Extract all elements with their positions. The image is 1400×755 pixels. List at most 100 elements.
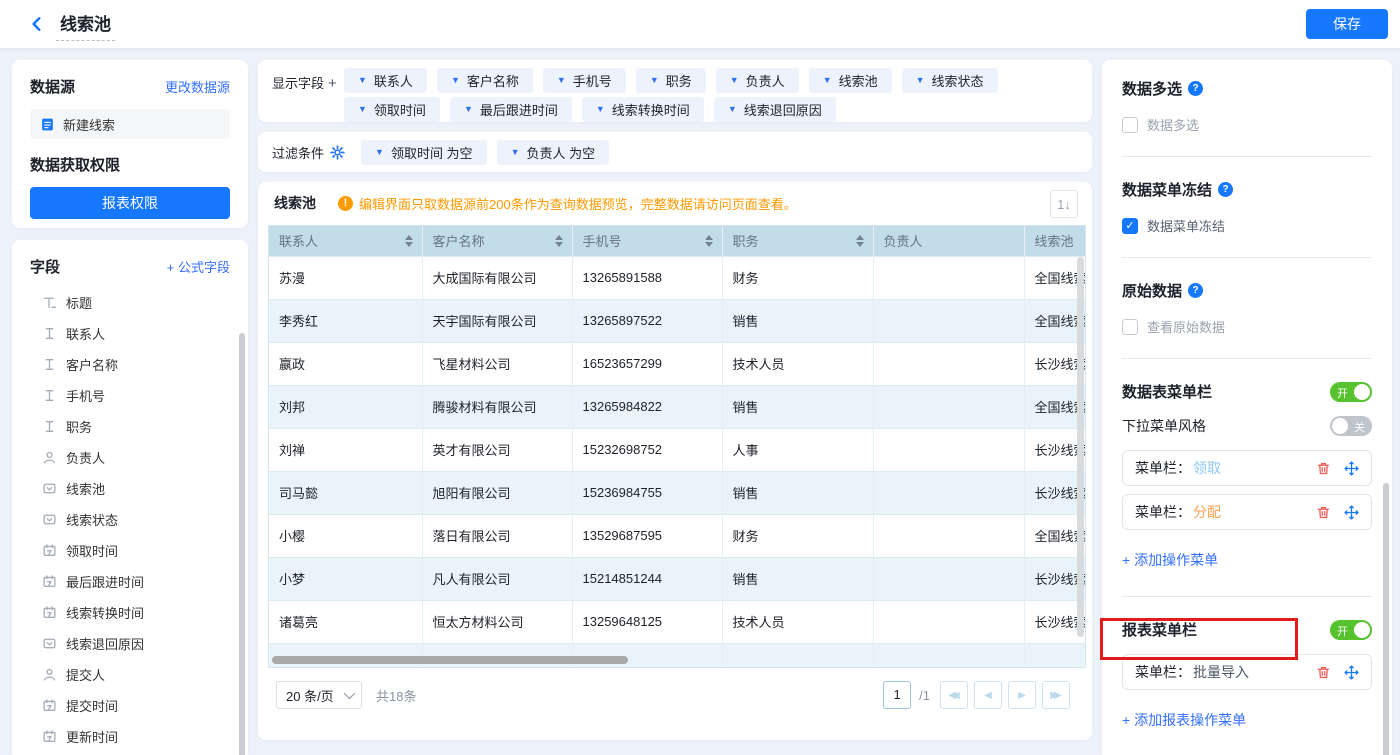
field-list-item[interactable]: 线索退回原因: [30, 628, 230, 659]
last-page-button[interactable]: ▶▶: [1042, 681, 1070, 709]
add-formula-field-link[interactable]: + 公式字段: [167, 257, 230, 276]
settings-checkbox-row[interactable]: 数据多选: [1122, 115, 1372, 134]
checkbox-unchecked[interactable]: [1122, 117, 1138, 133]
table-row[interactable]: 小樱落日有限公司13529687595财务全国线索池: [269, 514, 1086, 557]
move-icon[interactable]: [1344, 665, 1359, 680]
field-list-item[interactable]: 更新时间: [30, 721, 230, 752]
datasource-item[interactable]: 新建线索: [30, 109, 230, 139]
table-row[interactable]: 李秀红天宇国际有限公司13265897522销售全国线索池: [269, 299, 1086, 342]
help-question-icon[interactable]: ?: [1188, 81, 1203, 96]
display-field-chip[interactable]: ▼线索状态: [902, 68, 998, 93]
table-cell: 旭阳有限公司: [422, 471, 572, 514]
sort-arrows-icon[interactable]: [405, 235, 413, 247]
toggle-off-label: 关: [1354, 419, 1365, 435]
filter-condition-chip[interactable]: ▼领取时间 为空: [361, 140, 487, 165]
page-number-input[interactable]: 1: [883, 681, 911, 709]
sort-desc-icon[interactable]: [555, 242, 563, 247]
sort-arrows-icon[interactable]: [555, 235, 563, 247]
display-field-chip[interactable]: ▼领取时间: [344, 97, 440, 122]
trash-icon[interactable]: [1316, 505, 1331, 520]
calendar-icon: [42, 574, 57, 589]
table-vertical-scrollbar[interactable]: [1077, 257, 1084, 637]
dropdown-style-toggle[interactable]: 关: [1330, 416, 1372, 436]
display-field-chip[interactable]: ▼线索池: [809, 68, 892, 93]
field-list-item[interactable]: 客户名称: [30, 349, 230, 380]
settings-checkbox-row[interactable]: 查看原始数据: [1122, 317, 1372, 336]
table-horizontal-scrollbar[interactable]: [272, 656, 628, 664]
table-row[interactable]: 苏漫大成国际有限公司13265891588财务全国线索池: [269, 256, 1086, 299]
table-row[interactable]: 刘禅英才有限公司15232698752人事长沙线索池: [269, 428, 1086, 471]
table-cell: 腾骏材料有限公司: [422, 385, 572, 428]
prev-page-button[interactable]: ◀: [974, 681, 1002, 709]
help-question-icon[interactable]: ?: [1188, 283, 1203, 298]
sort-asc-icon[interactable]: [856, 235, 864, 240]
page-size-select[interactable]: 20 条/页: [276, 681, 362, 709]
field-list-item[interactable]: 线索池: [30, 473, 230, 504]
save-button[interactable]: 保存: [1306, 9, 1388, 39]
display-field-chip[interactable]: ▼手机号: [543, 68, 626, 93]
display-field-chip[interactable]: ▼线索转换时间: [582, 97, 704, 122]
chevron-down-icon: ▼: [358, 105, 367, 114]
add-display-field-button[interactable]: +: [328, 75, 337, 92]
table-row[interactable]: 司马懿旭阳有限公司15236984755销售长沙线索池: [269, 471, 1086, 514]
menu-bar-item[interactable]: 菜单栏：批量导入: [1122, 654, 1372, 690]
field-list-item[interactable]: 联系人: [30, 318, 230, 349]
sort-arrows-icon[interactable]: [705, 235, 713, 247]
field-list-item[interactable]: 手机号: [30, 380, 230, 411]
trash-icon[interactable]: [1316, 665, 1331, 680]
help-question-icon[interactable]: ?: [1218, 182, 1233, 197]
menu-bar-item[interactable]: 菜单栏：领取: [1122, 450, 1372, 486]
sort-order-button[interactable]: 1↓: [1050, 190, 1078, 218]
filter-condition-chip[interactable]: ▼负责人 为空: [497, 140, 610, 165]
sort-desc-icon[interactable]: [705, 242, 713, 247]
field-list-item[interactable]: 线索转换时间: [30, 597, 230, 628]
field-list-item[interactable]: 领取时间: [30, 535, 230, 566]
display-field-chip[interactable]: ▼联系人: [344, 68, 427, 93]
add-action-menu-link[interactable]: + 添加操作菜单: [1122, 550, 1218, 570]
report-menu-toggle[interactable]: 开: [1330, 620, 1372, 640]
filter-settings-gear-icon[interactable]: [330, 145, 345, 160]
datasource-item-label: 新建线索: [63, 115, 115, 134]
field-list-item[interactable]: 线索状态: [30, 504, 230, 535]
table-row[interactable]: 嬴政飞星材料公司16523657299技术人员长沙线索池: [269, 342, 1086, 385]
fields-scrollbar[interactable]: [239, 333, 245, 755]
sort-arrows-icon[interactable]: [856, 235, 864, 247]
move-icon[interactable]: [1344, 505, 1359, 520]
add-report-action-menu-link[interactable]: + 添加报表操作菜单: [1122, 710, 1246, 730]
field-list-item[interactable]: 负责人: [30, 442, 230, 473]
menu-bar-item[interactable]: 菜单栏：分配: [1122, 494, 1372, 530]
report-permission-button[interactable]: 报表权限: [30, 187, 230, 219]
settings-checkbox-row[interactable]: ✓数据菜单冻结: [1122, 216, 1372, 235]
field-list-item[interactable]: 职务: [30, 411, 230, 442]
checkbox-unchecked[interactable]: [1122, 319, 1138, 335]
table-menu-toggle[interactable]: 开: [1330, 382, 1372, 402]
chevron-down-icon: ▼: [358, 76, 367, 85]
sort-desc-icon[interactable]: [856, 242, 864, 247]
table-row[interactable]: 刘邦腾骏材料有限公司13265984822销售全国线索池: [269, 385, 1086, 428]
change-datasource-link[interactable]: 更改数据源: [165, 77, 230, 96]
field-list-item[interactable]: 最后跟进时间: [30, 566, 230, 597]
back-button[interactable]: [26, 13, 48, 35]
settings-scrollbar[interactable]: [1383, 483, 1389, 755]
display-field-chip[interactable]: ▼线索退回原因: [714, 97, 836, 122]
next-page-button[interactable]: ▶: [1008, 681, 1036, 709]
sort-asc-icon[interactable]: [405, 235, 413, 240]
move-icon[interactable]: [1344, 461, 1359, 476]
field-list-item[interactable]: 提交时间: [30, 690, 230, 721]
first-page-button[interactable]: ◀◀: [940, 681, 968, 709]
display-field-chip[interactable]: ▼最后跟进时间: [450, 97, 572, 122]
checkbox-checked[interactable]: ✓: [1122, 218, 1138, 234]
field-list-item[interactable]: 标题: [30, 287, 230, 318]
trash-icon[interactable]: [1316, 461, 1331, 476]
display-field-chip[interactable]: ▼职务: [636, 68, 706, 93]
sort-asc-icon[interactable]: [555, 235, 563, 240]
page-title[interactable]: 线索池: [56, 8, 115, 41]
table-row[interactable]: 小梦凡人有限公司15214851244销售长沙线索池: [269, 557, 1086, 600]
sort-desc-icon[interactable]: [405, 242, 413, 247]
table-row[interactable]: 诸葛亮恒太方材料公司13259648125技术人员长沙线索池: [269, 600, 1086, 643]
display-field-chip[interactable]: ▼负责人: [716, 68, 799, 93]
display-field-chip[interactable]: ▼客户名称: [437, 68, 533, 93]
field-label: 领取时间: [66, 541, 118, 560]
field-list-item[interactable]: 提交人: [30, 659, 230, 690]
sort-asc-icon[interactable]: [705, 235, 713, 240]
